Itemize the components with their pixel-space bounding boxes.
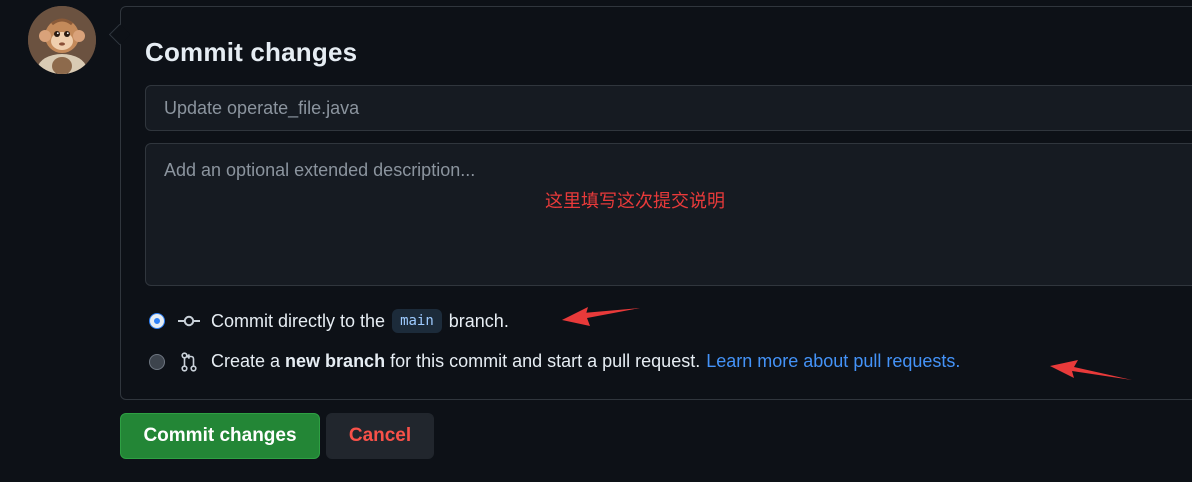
commit-directly-text: Commit directly to the [211, 310, 386, 331]
commit-directly-suffix: branch. [448, 310, 509, 331]
new-branch-option[interactable]: Create a new branch for this commit and … [149, 351, 960, 372]
commit-panel: Commit changes 这里填写这次提交说明 Commit directl… [120, 6, 1192, 400]
new-branch-text-prefix: Create a [211, 351, 281, 371]
new-branch-radio[interactable] [149, 353, 165, 370]
commit-summary-input[interactable] [145, 85, 1192, 131]
commit-changes-button[interactable]: Commit changes [120, 413, 320, 459]
commit-page: Commit changes 这里填写这次提交说明 Commit directl… [0, 0, 1192, 482]
new-branch-text-suffix: for this commit and start a pull request… [390, 351, 701, 371]
new-branch-bold-text: new branch [285, 351, 386, 371]
git-commit-icon [177, 311, 201, 331]
commit-directly-option[interactable]: Commit directly to the main branch. [149, 309, 509, 333]
avatar[interactable] [28, 6, 96, 74]
branch-name-badge: main [392, 309, 442, 333]
avatar-monkey-image [28, 6, 96, 74]
panel-title: Commit changes [145, 37, 358, 67]
commit-description-input[interactable] [145, 143, 1192, 286]
commit-directly-radio[interactable] [150, 314, 164, 328]
cancel-button[interactable]: Cancel [326, 413, 434, 459]
git-pull-request-icon [177, 351, 201, 372]
learn-more-pull-requests-link[interactable]: Learn more about pull requests. [706, 351, 960, 372]
